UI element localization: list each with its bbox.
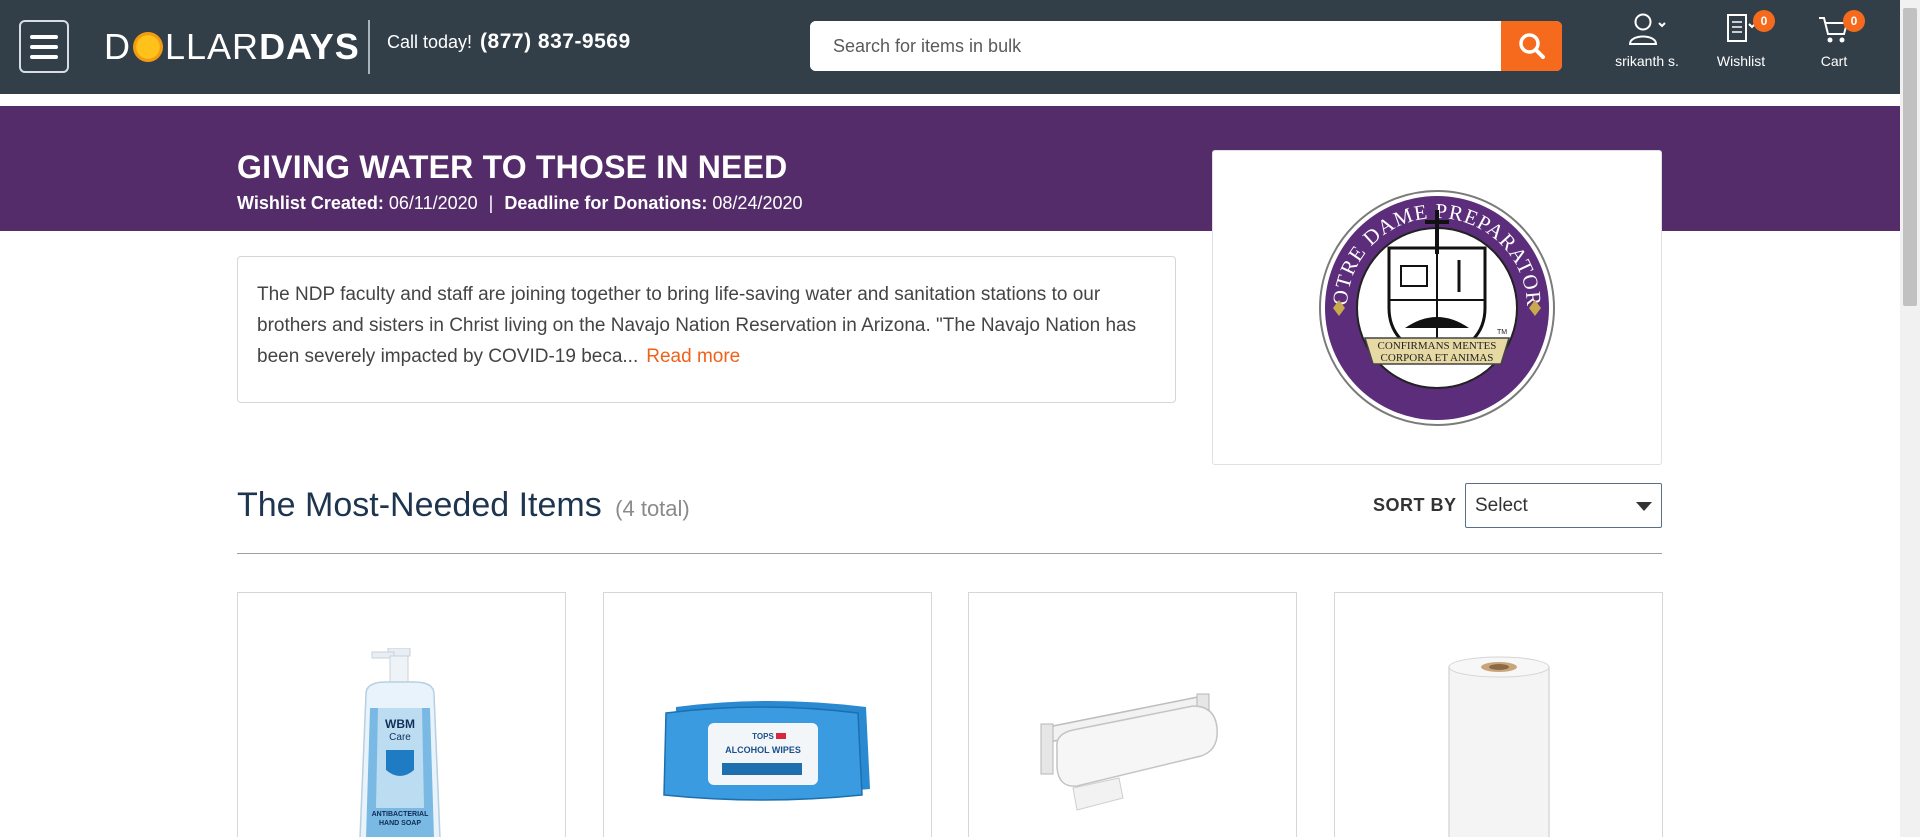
call-info: Call today! (877) 837-9569 — [387, 30, 631, 54]
motto-line-2: CORPORA ET ANIMAS — [1381, 352, 1494, 364]
section-divider — [237, 553, 1662, 554]
call-label: Call today! — [387, 32, 473, 52]
scrollbar-thumb[interactable] — [1903, 8, 1917, 306]
product-card[interactable] — [968, 592, 1297, 837]
product-label-line-1: ALCOHOL WIPES — [725, 745, 801, 755]
wishlist-meta: Wishlist Created: 06/11/2020 | Deadline … — [237, 193, 803, 214]
product-card[interactable]: TOPS ALCOHOL WIPES — [603, 592, 932, 837]
menu-icon-bar — [30, 54, 58, 59]
menu-icon-bar — [30, 44, 58, 49]
user-icon — [1628, 13, 1666, 45]
wishlist-title: GIVING WATER TO THOSE IN NEED — [237, 149, 788, 185]
product-label-line-2: HAND SOAP — [378, 820, 420, 827]
logo-text-days: DAYS — [259, 26, 360, 67]
cart-link[interactable]: 0 Cart — [1815, 10, 1865, 69]
product-label-line-1: ANTIBACTERIAL — [371, 811, 428, 818]
alcohol-wipes-pack-icon: TOPS ALCOHOL WIPES — [662, 701, 870, 801]
hand-soap-bottle-icon: WBM Care ANTIBACTERIAL HAND SOAP — [358, 648, 441, 837]
read-more-link[interactable]: Read more — [646, 346, 740, 367]
product-brand: TOPS — [752, 732, 774, 741]
search-icon — [1518, 33, 1545, 59]
top-header: D LLAR DAYS Call today! (877) 837-9569 s… — [0, 0, 1900, 94]
paper-towel-holder-icon — [1040, 693, 1218, 811]
wishlist-description: The NDP faculty and staff are joining to… — [237, 256, 1176, 403]
school-logo-card: NOTRE DAME PREPARATORY HIGH SCHOOL CONFI… — [1212, 150, 1662, 465]
school-seal-logo: NOTRE DAME PREPARATORY HIGH SCHOOL CONFI… — [1317, 188, 1555, 426]
wishlist-count-badge: 0 — [1753, 10, 1775, 32]
caret-down-icon — [1636, 502, 1652, 511]
deadline-date: 08/24/2020 — [712, 193, 803, 213]
wishlist-link[interactable]: 0 Wishlist — [1712, 10, 1775, 69]
product-brand: WBM — [385, 717, 415, 731]
sort-by-label: SORT BY — [1373, 495, 1457, 515]
items-title: The Most-Needed Items — [237, 486, 602, 524]
motto-line-1: CONFIRMANS MENTES — [1378, 340, 1497, 352]
sun-icon — [133, 32, 163, 62]
product-card[interactable]: WBM Care ANTIBACTERIAL HAND SOAP — [237, 592, 566, 837]
items-count: (4 total) — [615, 496, 690, 521]
user-name: srikanth s. — [1615, 53, 1679, 69]
product-sub: Care — [389, 732, 411, 743]
sort-select-value: Select — [1475, 495, 1528, 516]
phone-number[interactable]: (877) 837-9569 — [480, 30, 631, 54]
created-label: Wishlist Created: — [237, 193, 384, 213]
product-card[interactable] — [1334, 592, 1663, 837]
logo-text-llar: LLAR — [165, 26, 260, 67]
cart-label: Cart — [1820, 53, 1848, 69]
logo-text-d: D — [104, 26, 131, 67]
header-divider — [368, 20, 370, 74]
items-section-heading: The Most-Needed Items (4 total) — [237, 486, 690, 525]
created-date: 06/11/2020 — [388, 193, 478, 213]
dollardays-logo[interactable]: D LLAR DAYS — [104, 26, 360, 67]
wishlist-label: Wishlist — [1716, 53, 1766, 69]
deadline-label: Deadline for Donations: — [504, 193, 708, 213]
search-button[interactable] — [1501, 21, 1562, 71]
sort-select[interactable]: Select — [1465, 483, 1662, 528]
trademark-text: TM — [1497, 329, 1507, 336]
search-input[interactable] — [810, 21, 1501, 71]
search-bar — [810, 21, 1562, 71]
menu-icon-bar — [30, 34, 58, 39]
hamburger-menu-button[interactable] — [19, 20, 69, 73]
cart-count-badge: 0 — [1843, 10, 1865, 32]
meta-separator: | — [488, 193, 494, 213]
paper-towel-roll-icon — [1447, 656, 1550, 837]
account-menu[interactable]: srikanth s. — [1612, 12, 1682, 69]
